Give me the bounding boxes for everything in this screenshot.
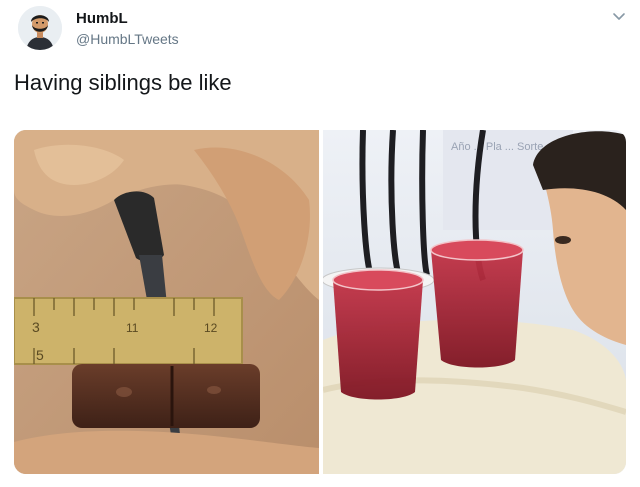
- chocolate-ruler-image: 3 11 12 5: [14, 130, 319, 474]
- photo-two-glasses[interactable]: Año ... Pla ... Sorte ... ne: [323, 130, 626, 474]
- ruler-number-2: 11: [126, 321, 139, 335]
- two-glasses-image: Año ... Pla ... Sorte ... ne: [323, 130, 626, 474]
- avatar[interactable]: [18, 6, 62, 50]
- author-name[interactable]: HumbL: [76, 10, 128, 27]
- photo-chocolate-ruler[interactable]: 3 11 12 5: [14, 130, 319, 474]
- glass-left: [332, 269, 424, 400]
- tweet-media[interactable]: 3 11 12 5 Año ... Pla ... Sorte ... ne: [14, 130, 626, 474]
- glass-right: [430, 239, 524, 368]
- author-handle[interactable]: @HumbLTweets: [76, 31, 179, 47]
- chevron-down-icon[interactable]: [612, 10, 626, 24]
- ruler-number-3: 12: [204, 321, 218, 335]
- avatar-illustration: [18, 6, 62, 50]
- tweet-card: HumbL @HumbLTweets Having siblings be li…: [0, 0, 640, 487]
- tweet-text: Having siblings be like: [14, 70, 232, 95]
- ruler-number-1: 3: [32, 319, 40, 335]
- ruler-number-4: 5: [36, 347, 44, 363]
